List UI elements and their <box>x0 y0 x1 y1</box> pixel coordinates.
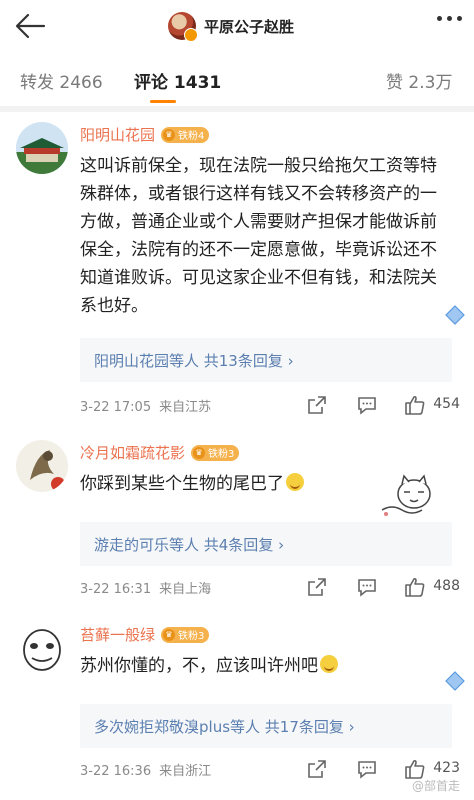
top-nav-bar: 平原公子赵胜 <box>0 0 474 52</box>
crown-icon: ♛ <box>163 128 176 141</box>
comment-icon[interactable] <box>356 394 378 416</box>
diamond-icon <box>444 304 466 326</box>
like-thumb-icon[interactable] <box>404 394 426 416</box>
comment-text: 苏州你懂的，不，应该叫许州吧 <box>80 656 318 676</box>
comment-location: 来自浙江 <box>159 764 212 779</box>
page-title: 平原公子赵胜 <box>204 17 295 36</box>
share-icon[interactable] <box>306 576 328 598</box>
reply-summary-text: 游走的可乐等人 共4条回复 › <box>94 536 285 554</box>
reply-summary[interactable]: 游走的可乐等人 共4条回复 › <box>80 522 452 566</box>
comment-location: 来自江苏 <box>159 400 212 415</box>
poster-avatar[interactable] <box>168 12 198 42</box>
verified-icon <box>184 28 198 42</box>
more-dots-icon[interactable] <box>437 16 462 21</box>
comment-icon[interactable] <box>356 758 378 780</box>
fan-badge-label: 铁粉3 <box>208 449 235 460</box>
cat-sticker-icon <box>380 470 436 522</box>
reply-summary-text: 多次婉拒郑敬溴plus等人 共17条回复 › <box>94 718 355 736</box>
reply-summary-text: 阳明山花园等人 共13条回复 › <box>94 352 294 370</box>
comment-username[interactable]: 冷月如霜疏花影 <box>80 442 185 463</box>
share-icon[interactable] <box>306 394 328 416</box>
comment-time: 3-22 16:36 <box>80 764 152 779</box>
comment-time: 3-22 17:05 <box>80 400 152 415</box>
tab-active-indicator <box>150 100 176 103</box>
fan-badge: ♛ 铁粉3 <box>161 626 210 643</box>
crown-icon: ♛ <box>163 628 176 641</box>
tab-reposts[interactable]: 转发 2466 <box>20 68 103 93</box>
comment-text-row: 苏州你懂的，不，应该叫许州吧 <box>80 652 440 680</box>
comment-username[interactable]: 阳明山花园 <box>80 124 155 145</box>
tab-likes[interactable]: 赞 2.3万 <box>386 68 452 93</box>
comment-text: 你踩到某些个生物的尾巴了 <box>80 474 284 494</box>
watermark: @部首走 <box>411 779 460 793</box>
title-area[interactable]: 平原公子赵胜 <box>168 10 294 42</box>
avatar[interactable] <box>16 622 68 674</box>
smile-emoji-icon <box>286 473 304 491</box>
crown-icon: ♛ <box>193 446 206 459</box>
reply-summary[interactable]: 多次婉拒郑敬溴plus等人 共17条回复 › <box>80 704 452 748</box>
comment-meta: 3-22 16:31 来自上海 488 <box>80 576 460 600</box>
comment-location: 来自上海 <box>159 582 212 597</box>
like-thumb-icon[interactable] <box>404 576 426 598</box>
like-count: 423 <box>433 760 460 776</box>
avatar[interactable] <box>16 122 68 174</box>
fan-badge-label: 铁粉4 <box>178 131 205 142</box>
back-arrow-icon[interactable] <box>10 8 50 44</box>
avatar[interactable] <box>16 440 68 492</box>
fan-badge-label: 铁粉3 <box>178 631 205 642</box>
like-count: 488 <box>433 578 460 594</box>
fan-badge: ♛ 铁粉4 <box>161 126 210 143</box>
comment-text: 这叫诉前保全，现在法院一般只给拖欠工资等特殊群体，或者银行这样有钱又不会转移资产… <box>80 156 437 316</box>
comment-username[interactable]: 苔藓一般绿 <box>80 624 155 645</box>
comment-meta: 3-22 17:05 来自江苏 454 <box>80 394 460 418</box>
comment-icon[interactable] <box>356 576 378 598</box>
section-divider <box>0 106 474 112</box>
comment-meta: 3-22 16:36 来自浙江 423 <box>80 758 460 782</box>
share-icon[interactable] <box>306 758 328 780</box>
reply-summary[interactable]: 阳明山花园等人 共13条回复 › <box>80 338 452 382</box>
fan-badge: ♛ 铁粉3 <box>191 444 240 461</box>
diamond-icon <box>444 670 466 692</box>
tab-bar: 转发 2466 评论 1431 赞 2.3万 <box>0 52 474 106</box>
like-count: 454 <box>433 396 460 412</box>
comment-time: 3-22 16:31 <box>80 582 152 597</box>
smile-emoji-icon <box>320 655 338 673</box>
tab-comments[interactable]: 评论 1431 <box>134 68 221 93</box>
